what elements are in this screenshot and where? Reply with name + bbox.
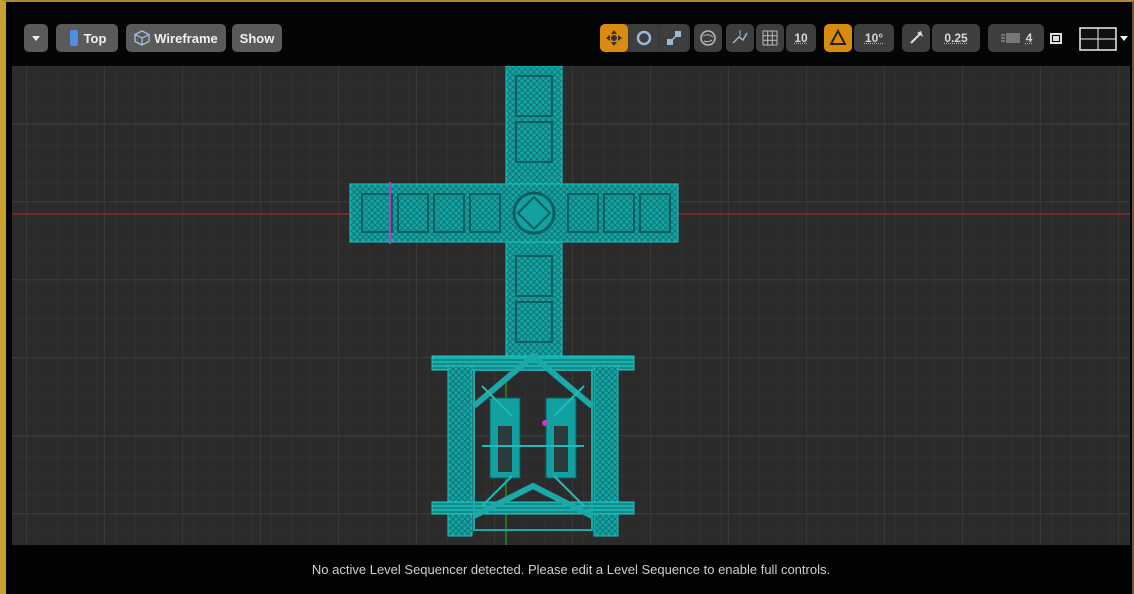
rotate-icon — [636, 30, 652, 46]
scale-button[interactable] — [660, 24, 688, 52]
maximize-icon — [1050, 33, 1062, 44]
grid-snap-value: 10 — [794, 31, 808, 45]
view-type-button[interactable]: Top — [56, 24, 118, 52]
rotate-button[interactable] — [630, 24, 658, 52]
grid-icon — [762, 30, 778, 46]
world-local-icon — [700, 30, 716, 46]
top-view-icon — [69, 30, 78, 46]
scale-snap-button[interactable] — [902, 24, 930, 52]
translate-button[interactable] — [600, 24, 628, 52]
wireframe-scene — [12, 66, 1130, 545]
show-label: Show — [239, 30, 275, 46]
grid-snap-button[interactable] — [756, 24, 784, 52]
camera-speed-button[interactable]: 4 — [988, 24, 1044, 52]
scale-snap-value: 0.25 — [944, 31, 968, 45]
viewport-toolbar: Top Wireframe Show 10 10° 0.25 4 — [12, 4, 1130, 66]
wireframe-cube-icon — [134, 30, 150, 46]
chevron-down-icon — [32, 36, 40, 41]
camera-speed-icon — [1000, 33, 1020, 43]
viewport-options-button[interactable] — [24, 24, 48, 52]
angle-snap-icon — [829, 29, 847, 45]
surface-snap-button[interactable] — [726, 24, 754, 52]
layout-button[interactable] — [1076, 26, 1134, 52]
maximize-button[interactable] — [1048, 30, 1064, 46]
view-mode-label: Wireframe — [154, 30, 218, 46]
world-local-button[interactable] — [694, 24, 722, 52]
viewport-frame: Top Wireframe Show 10 10° 0.25 4 No acti… — [0, 0, 1134, 594]
grid-snap-value-button[interactable]: 10 — [786, 24, 816, 52]
status-bar: No active Level Sequencer detected. Plea… — [12, 545, 1130, 594]
rotation-snap-value: 10° — [864, 31, 884, 45]
translate-icon — [606, 30, 622, 46]
rotation-snap-value-button[interactable]: 10° — [854, 24, 894, 52]
view-type-label: Top — [83, 30, 107, 46]
viewport-canvas[interactable] — [12, 66, 1130, 545]
view-mode-button[interactable]: Wireframe — [126, 24, 226, 52]
rotation-snap-button[interactable] — [824, 24, 852, 52]
scale-icon — [667, 31, 681, 45]
scale-snap-icon — [910, 31, 923, 44]
surface-snap-icon — [732, 30, 748, 44]
camera-speed-value: 4 — [1025, 31, 1033, 45]
show-button[interactable]: Show — [232, 24, 282, 52]
layout-icon — [1079, 27, 1128, 51]
scale-snap-value-button[interactable]: 0.25 — [932, 24, 980, 52]
sequencer-status-message: No active Level Sequencer detected. Plea… — [311, 562, 831, 577]
